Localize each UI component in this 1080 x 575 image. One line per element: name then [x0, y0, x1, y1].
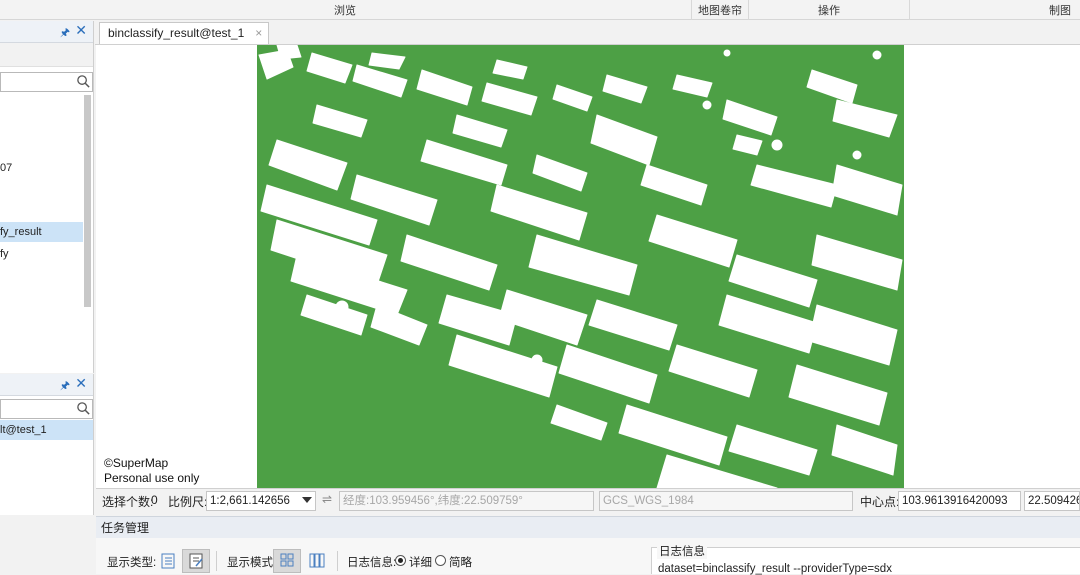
ribbon-group-operation: 操作 — [818, 5, 840, 17]
workspace-panel-header: 🖈 ✕ — [0, 21, 93, 43]
columns-icon — [309, 553, 325, 568]
log-info-label: 日志信息: — [347, 557, 397, 569]
pin-icon[interactable]: 🖈 — [60, 377, 70, 396]
workspace-search-input[interactable] — [0, 72, 93, 92]
log-brief-label[interactable]: 简略 — [449, 554, 472, 570]
scale-select[interactable]: 1:2,661.142656 — [206, 491, 316, 511]
pin-icon[interactable]: 🖈 — [60, 24, 70, 43]
display-mode-column-button[interactable] — [303, 549, 331, 573]
scale-label: 比例尺: — [168, 495, 208, 509]
toolbar-divider — [216, 551, 217, 571]
workspace-panel-toolbar — [0, 43, 93, 67]
ribbon-group-mapping: 制图 — [1049, 5, 1071, 17]
log-brief-radio[interactable] — [435, 555, 446, 566]
list-icon — [161, 553, 175, 569]
document-edit-icon — [189, 553, 203, 569]
ribbon-group-map-swipe: 地图卷帘 — [698, 5, 742, 17]
log-output-text: dataset=binclassify_result --providerTyp… — [658, 563, 892, 575]
log-detail-radio[interactable] — [395, 555, 406, 566]
scale-value: 1:2,661.142656 — [210, 495, 290, 507]
search-icon[interactable] — [76, 401, 91, 416]
grid-icon — [280, 553, 294, 567]
close-icon[interactable]: ✕ — [75, 22, 87, 39]
log-detail-label[interactable]: 详细 — [409, 554, 432, 570]
display-type-detail-button[interactable] — [182, 549, 210, 573]
layer-panel-header: 🖈 ✕ — [0, 374, 93, 396]
workspace-scrollbar[interactable] — [84, 95, 91, 307]
ribbon-group-browse: 浏览 — [334, 5, 356, 17]
workspace-panel: 🖈 ✕ 07 fy_result fy — [0, 21, 94, 373]
layer-item-selected[interactable]: lt@test_1 — [0, 420, 93, 440]
display-mode-label: 显示模式: — [227, 557, 277, 569]
ribbon-group-bar: 浏览 地图卷帘 操作 制图 — [0, 0, 1080, 20]
tree-item[interactable]: fy — [0, 244, 9, 264]
map-canvas[interactable]: ©SuperMap Personal use only — [96, 45, 1080, 488]
document-tab-strip: binclassify_result@test_1 × — [95, 21, 1080, 45]
layer-panel: 🖈 ✕ lt@test_1 — [0, 374, 94, 515]
layer-search-input[interactable] — [0, 399, 93, 419]
task-panel-header: 任务管理 — [96, 516, 1080, 538]
copyright-line: ©SuperMap — [104, 456, 169, 470]
center-label: 中心点: — [860, 495, 900, 509]
selected-count-label: 选择个数: — [102, 495, 154, 509]
close-icon[interactable]: ✕ — [75, 375, 87, 392]
close-icon[interactable]: × — [255, 23, 262, 44]
copyright-line: Personal use only — [104, 471, 200, 485]
center-y-input[interactable]: 22.509426 — [1024, 491, 1080, 511]
center-x-input[interactable]: 103.9613916420093 — [898, 491, 1021, 511]
swap-icon[interactable]: ⇌ — [322, 492, 332, 506]
tree-item[interactable]: 07 — [0, 158, 12, 178]
display-type-label: 显示类型: — [107, 557, 157, 569]
search-icon[interactable] — [76, 74, 91, 89]
map-status-bar: 选择个数: 0 比例尺: 1:2,661.142656 ⇌ 经度:103.959… — [96, 488, 1080, 512]
map-copyright: ©SuperMap Personal use only — [104, 456, 199, 486]
tab-title: binclassify_result@test_1 — [108, 26, 245, 40]
chevron-down-icon[interactable] — [302, 497, 312, 503]
tree-item-selected[interactable]: fy_result — [0, 222, 83, 242]
selected-count-value: 0 — [151, 493, 158, 507]
coordinate-readout: 经度:103.959456°,纬度:22.509759° — [339, 491, 594, 511]
toolbar-divider — [337, 551, 338, 571]
log-group-title: 日志信息 — [657, 543, 707, 559]
display-mode-grid-button[interactable] — [273, 549, 301, 573]
display-type-list-button[interactable] — [154, 549, 182, 573]
ribbon-divider — [909, 0, 910, 20]
tab-map-document[interactable]: binclassify_result@test_1 × — [99, 22, 270, 44]
crs-readout: GCS_WGS_1984 — [599, 491, 853, 511]
binclassify-raster — [257, 45, 904, 488]
